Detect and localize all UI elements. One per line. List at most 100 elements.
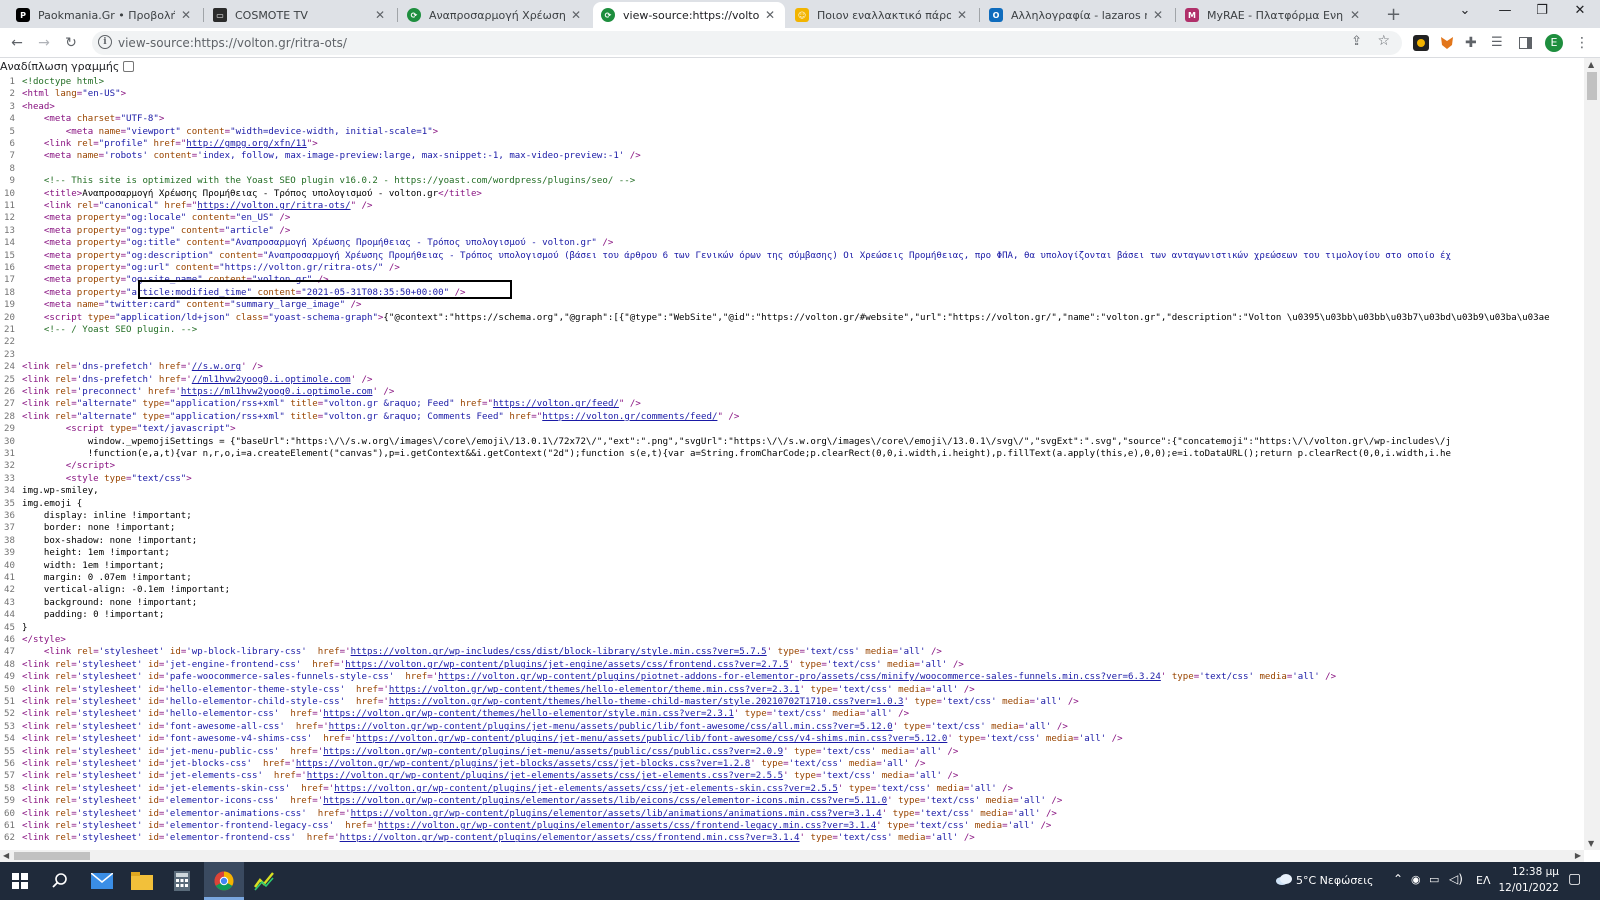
tab-outlook[interactable]: O Αλληλογραφία - lazaros makrid ✕: [981, 2, 1173, 28]
restore-icon[interactable]: ❐: [1522, 3, 1562, 18]
line-number: 18: [4, 287, 15, 298]
tab-cosmote-tv[interactable]: ▭ COSMOTE TV ✕: [205, 2, 395, 28]
scroll-up-arrow-icon[interactable]: ▲: [1588, 60, 1594, 69]
line-number: 55: [4, 746, 15, 757]
line-number: 1: [9, 77, 15, 87]
address-bar[interactable]: i view-source:https://volton.gr/ritra-ot…: [92, 31, 1402, 55]
close-icon[interactable]: ✕: [955, 8, 969, 22]
source-line: 58 <link rel='stylesheet' id='jet-element…: [0, 783, 1584, 795]
notification-icon[interactable]: ▢: [1568, 871, 1581, 887]
browser-toolbar: ← → ↻ i view-source:https://volton.gr/ri…: [0, 28, 1600, 58]
weather-text[interactable]: 5°C Νεφώσεις: [1296, 874, 1373, 887]
windows-start-icon[interactable]: [0, 867, 40, 895]
window-close-icon[interactable]: ✕: [1560, 3, 1600, 18]
profile-avatar[interactable]: E: [1545, 34, 1563, 52]
line-number: 58: [4, 783, 15, 794]
close-icon[interactable]: ✕: [1348, 8, 1362, 22]
extensions-puzzle-icon[interactable]: ✚: [1465, 35, 1481, 51]
close-icon[interactable]: ✕: [373, 8, 387, 22]
source-link[interactable]: https://volton.gr/wp-content/plugins/ele…: [351, 809, 882, 819]
close-icon[interactable]: ✕: [179, 8, 193, 22]
line-wrap-toggle[interactable]: Αναδίπλωση γραμμής: [0, 58, 135, 74]
close-icon[interactable]: ✕: [1151, 8, 1165, 22]
file-explorer-icon[interactable]: [122, 867, 162, 895]
weather-cloud-icon[interactable]: [1275, 873, 1293, 888]
scroll-right-arrow-icon[interactable]: ▶: [1575, 851, 1581, 860]
source-link[interactable]: https://volton.gr/wp-content/plugins/pio…: [438, 672, 1161, 682]
horizontal-scrollbar[interactable]: ◀ ▶: [0, 850, 1584, 862]
source-link[interactable]: https://ml1hvw2yoog0.i.optimole.com: [181, 387, 373, 397]
clock-date[interactable]: 12/01/2022: [1495, 882, 1559, 894]
source-link[interactable]: //s.w.org: [192, 362, 241, 372]
source-link[interactable]: https://volton.gr/wp-content/plugins/jet…: [323, 747, 783, 757]
source-link[interactable]: https://volton.gr/wp-content/plugins/jet…: [345, 660, 788, 670]
source-link[interactable]: //ml1hvw2yoog0.i.optimole.com: [192, 375, 351, 385]
tab-label: view-source:https://volton.gr/rit: [623, 8, 759, 22]
source-link[interactable]: https://volton.gr/wp-includes/css/dist/b…: [351, 647, 767, 657]
source-link[interactable]: https://volton.gr/wp-content/themes/hell…: [389, 685, 800, 695]
meet-now-icon[interactable]: ◉: [1411, 873, 1421, 886]
source-line-text: </script>: [22, 461, 116, 472]
source-link[interactable]: https://volton.gr/wp-content/plugins/jet…: [296, 759, 750, 769]
reload-icon[interactable]: ↻: [60, 33, 82, 53]
address-bar-url[interactable]: view-source:https://volton.gr/ritra-ots/: [118, 36, 347, 50]
tab-divider: [979, 8, 980, 22]
horizontal-scroll-thumb[interactable]: [14, 852, 90, 860]
mail-icon[interactable]: [82, 867, 122, 895]
source-link[interactable]: https://volton.gr/feed/: [493, 399, 619, 409]
source-line-text: <link rel='stylesheet' id='hello-element…: [22, 697, 1079, 707]
minimize-icon[interactable]: —: [1485, 3, 1525, 18]
source-link[interactable]: https://volton.gr/ritra-ots/: [197, 201, 350, 211]
volume-icon[interactable]: ◁): [1449, 872, 1463, 886]
source-line-text: <link rel="profile" href="http://gmpg.or…: [22, 139, 318, 149]
tab-search-chevron-icon[interactable]: ⌄: [1445, 3, 1485, 18]
line-number: 43: [4, 597, 15, 608]
new-tab-plus-icon[interactable]: +: [1386, 4, 1401, 25]
extension-icon[interactable]: [1413, 35, 1429, 51]
tab-volton-article[interactable]: ⟳ Αναπροσαρμογή Χρέωσης Προ ✕: [399, 2, 591, 28]
source-link[interactable]: https://volton.gr/wp-content/plugins/jet…: [307, 771, 783, 781]
close-icon[interactable]: ✕: [569, 8, 583, 22]
source-link[interactable]: http://gmpg.org/xfn/11: [186, 139, 306, 149]
tab-view-source[interactable]: ⟳ view-source:https://volton.gr/rit ✕: [593, 2, 785, 28]
search-icon[interactable]: [40, 867, 80, 895]
vertical-scroll-thumb[interactable]: [1587, 72, 1597, 100]
side-panel-icon[interactable]: [1517, 35, 1533, 51]
share-icon[interactable]: ⇪: [1351, 34, 1362, 49]
source-link[interactable]: https://volton.gr/wp-content/themes/hell…: [389, 697, 904, 707]
metamask-fox-icon[interactable]: [1439, 35, 1455, 51]
network-icon[interactable]: ▭: [1429, 873, 1439, 886]
tab-paokmania[interactable]: P Paokmania.Gr • Προβολή θέματ ✕: [8, 2, 201, 28]
source-link[interactable]: https://volton.gr/wp-content/plugins/ele…: [378, 821, 876, 831]
source-line: 14 <meta property="og:title" content="Αν…: [0, 237, 1584, 249]
scroll-down-arrow-icon[interactable]: ▼: [1588, 839, 1594, 848]
clock-time[interactable]: 12:38 μμ: [1503, 866, 1559, 878]
source-link[interactable]: https://volton.gr/wp-content/plugins/jet…: [334, 784, 838, 794]
reading-list-icon[interactable]: ☰: [1491, 35, 1507, 51]
bookmark-star-icon[interactable]: ☆: [1377, 33, 1390, 49]
language-indicator[interactable]: ΕΛ: [1476, 874, 1490, 887]
source-link[interactable]: https://volton.gr/wp-content/themes/hell…: [323, 709, 734, 719]
trading-app-icon[interactable]: [244, 867, 284, 895]
source-link[interactable]: https://volton.gr/wp-content/plugins/ele…: [323, 796, 887, 806]
menu-kebab-icon[interactable]: ⋮: [1574, 35, 1590, 51]
site-info-icon[interactable]: i: [98, 35, 112, 49]
source-link[interactable]: https://volton.gr/wp-content/plugins/jet…: [329, 722, 893, 732]
line-wrap-checkbox[interactable]: [123, 60, 135, 72]
close-icon[interactable]: ✕: [763, 8, 777, 22]
calculator-icon[interactable]: [162, 867, 202, 895]
chrome-icon[interactable]: [204, 867, 244, 895]
source-link[interactable]: https://volton.gr/comments/feed/: [542, 412, 717, 422]
source-link[interactable]: https://volton.gr/wp-content/plugins/jet…: [356, 734, 947, 744]
back-arrow-icon[interactable]: ←: [6, 33, 28, 53]
scroll-left-arrow-icon[interactable]: ◀: [3, 851, 9, 860]
vertical-scrollbar[interactable]: ▲ ▼: [1584, 58, 1600, 850]
source-line-text: <meta property="og:description" content=…: [22, 250, 1452, 261]
tab-myrae[interactable]: M MyRAE - Πλατφόρμα Ενημέρω ✕: [1177, 2, 1370, 28]
source-link[interactable]: https://volton.gr/wp-content/plugins/ele…: [340, 833, 800, 843]
tab-forum[interactable]: ☺ Ποιον εναλλακτικό πάροχο αν ✕: [787, 2, 977, 28]
source-line: 33 <style type="text/css">: [0, 473, 1584, 485]
tray-chevron-up-icon[interactable]: ⌃: [1393, 872, 1403, 886]
line-number: 27: [4, 399, 15, 410]
forward-arrow-icon[interactable]: →: [33, 33, 55, 53]
